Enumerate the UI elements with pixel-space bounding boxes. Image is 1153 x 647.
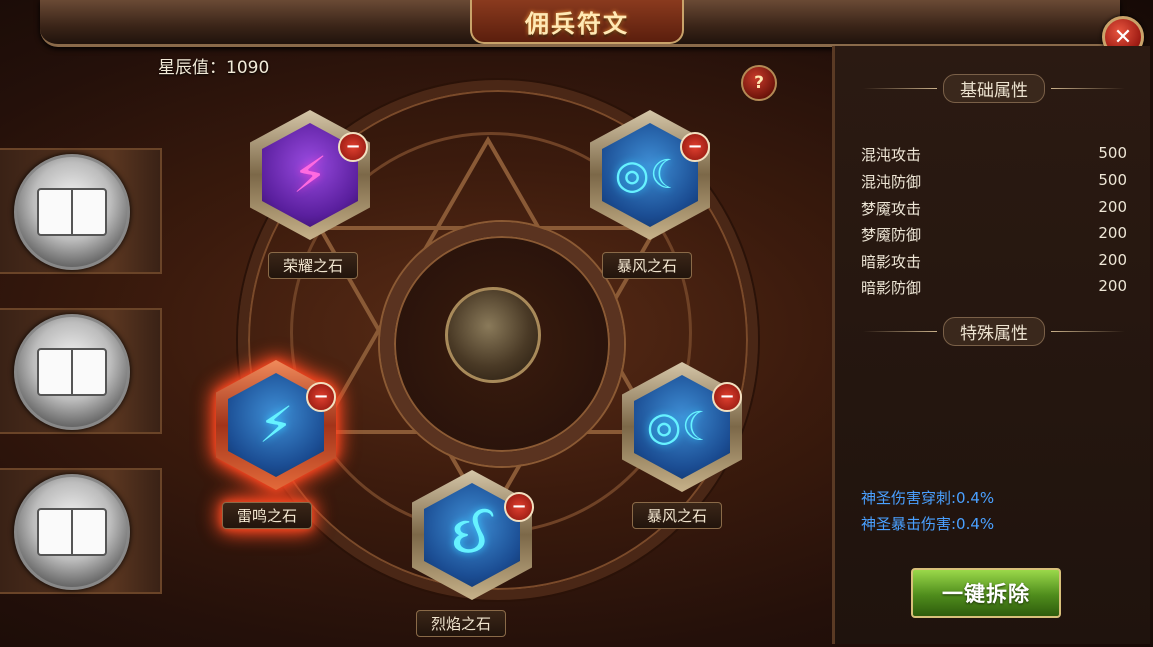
dismantle-all-button[interactable]: 一键拆除 (911, 568, 1061, 618)
attribute-row: 混沌攻击 500 (861, 144, 1127, 164)
special-attribute: 神圣暴击伤害:0.4% (861, 515, 995, 533)
book-icon (14, 474, 130, 590)
attribute-row: 暗影攻击 200 (861, 251, 1127, 271)
rune-label-storm-2: 暴风之石 (632, 502, 723, 529)
special-attribute: 神圣伤害穿刺:0.4% (861, 489, 995, 507)
attribute-row: 暗影防御 200 (861, 277, 1127, 297)
base-attributes-header: 基础属性 (863, 73, 1125, 103)
thunder-rune-icon: ⚡ (258, 396, 294, 454)
attribute-row: 梦魇攻击 200 (861, 198, 1127, 218)
rune-label-glory: 荣耀之石 (268, 252, 359, 279)
storm-rune-icon: ◎☾ (646, 404, 718, 450)
rune-slot-storm-1[interactable]: ◎☾ − 暴风之石 (590, 110, 710, 279)
book-icon (14, 314, 130, 430)
window-title: 佣兵符文 (470, 0, 684, 44)
side-tab-2[interactable] (0, 308, 162, 434)
remove-rune-button[interactable]: − (306, 382, 336, 412)
dragon-emblem-icon (445, 287, 541, 383)
remove-rune-button[interactable]: − (338, 132, 368, 162)
star-value: 星辰值：1090 (158, 58, 270, 78)
rune-slot-glory[interactable]: ⚡ − 荣耀之石 (250, 110, 370, 279)
rune-label-flame: 烈焰之石 (416, 610, 507, 637)
glory-rune-icon: ⚡ (292, 146, 328, 204)
flame-rune-icon: ઈ (452, 506, 492, 564)
special-attributes-header: 特殊属性 (863, 316, 1125, 346)
rune-slot-flame[interactable]: ઈ − 烈焰之石 (412, 470, 534, 637)
side-tab-1[interactable] (0, 148, 162, 274)
help-button[interactable]: ? (741, 65, 777, 101)
rune-slot-storm-2[interactable]: ◎☾ − 暴风之石 (622, 362, 742, 529)
remove-rune-button[interactable]: − (680, 132, 710, 162)
remove-rune-button[interactable]: − (504, 492, 534, 522)
side-tab-3[interactable] (0, 468, 162, 594)
rune-label-thunder: 雷鸣之石 (222, 502, 313, 529)
remove-rune-button[interactable]: − (712, 382, 742, 412)
rune-label-storm-1: 暴风之石 (602, 252, 693, 279)
attribute-panel: 基础属性 混沌攻击 500 混沌防御 500 梦魇攻击 200 梦魇防御 200 暗影攻… (832, 46, 1150, 644)
storm-rune-icon: ◎☾ (614, 152, 686, 198)
attribute-row: 混沌防御 500 (861, 171, 1127, 191)
rune-slot-thunder[interactable]: ⚡ − 雷鸣之石 (216, 360, 336, 529)
book-icon (14, 154, 130, 270)
attribute-row: 梦魇防御 200 (861, 224, 1127, 244)
